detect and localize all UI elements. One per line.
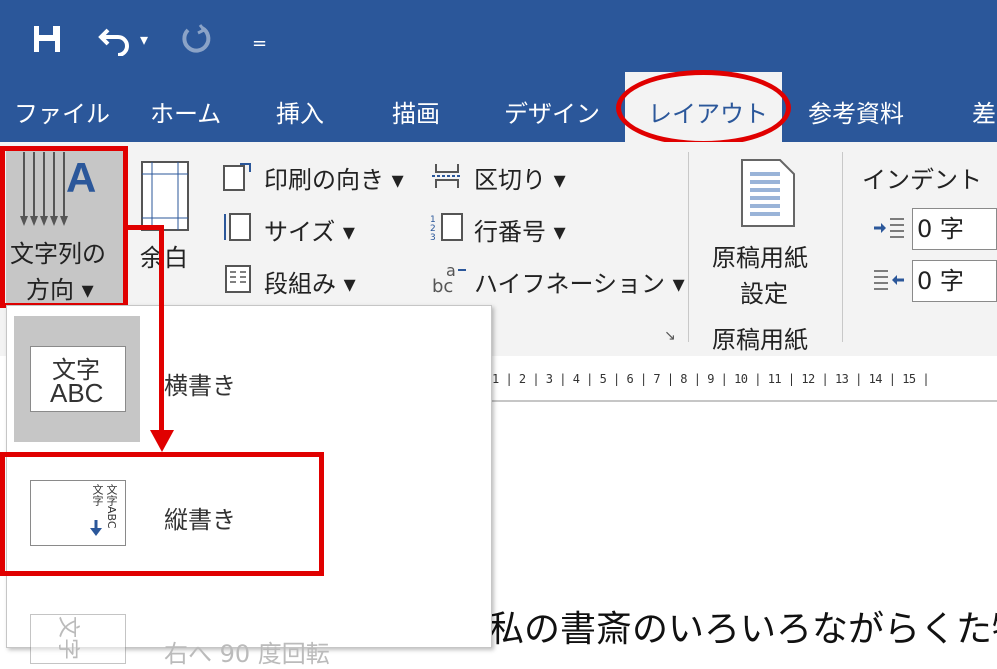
columns-icon (222, 264, 256, 296)
hyphenation-icon: bc a (430, 261, 470, 297)
manuscript-settings-line2[interactable]: 設定 (740, 274, 788, 309)
redo-icon[interactable] (178, 22, 212, 56)
tab-home[interactable]: ホーム (150, 94, 221, 129)
margins-button[interactable]: 余白 (140, 238, 188, 273)
manuscript-paper-icon (738, 158, 796, 228)
horizontal-thumb-line2: ABC (50, 378, 104, 408)
document-text[interactable]: 私の書斎のいろいろながらくた物 (488, 600, 997, 652)
undo-dropdown[interactable]: ▾ (140, 26, 148, 54)
customize-quick-access-button[interactable]: = (252, 30, 267, 58)
ribbon-separator-2 (842, 152, 843, 342)
line-numbers-icon: 123 (430, 212, 466, 244)
indent-right-input[interactable]: 0 字 (912, 260, 997, 302)
line-numbers-button[interactable]: 行番号 ▾ (474, 212, 566, 247)
tab-references[interactable]: 参考資料 (808, 94, 904, 129)
manuscript-group-label: 原稿用紙 (712, 326, 808, 354)
orientation-button[interactable]: 印刷の向き ▾ (264, 160, 404, 195)
hyphenation-button[interactable]: ハイフネーション ▾ (474, 264, 685, 299)
orientation-icon (222, 160, 256, 192)
indent-right-icon (872, 268, 906, 292)
annotation-arrow-horizontal (124, 225, 164, 230)
ruler-ticks: 1 | 2 | 3 | 4 | 5 | 6 | 7 | 8 | 9 | 10 |… (492, 372, 930, 386)
annotation-box-vertical (0, 452, 324, 576)
menu-item-rotate-label[interactable]: 右へ 90 度回転 (164, 634, 330, 669)
menu-item-horizontal-label[interactable]: 横書き (164, 366, 236, 401)
breaks-icon (432, 160, 466, 192)
tab-mailings[interactable]: 差 (972, 94, 996, 129)
svg-text:a: a (446, 262, 456, 280)
annotation-ellipse (616, 70, 791, 146)
margins-icon (140, 160, 190, 232)
annotation-arrow-vertical (159, 225, 164, 433)
size-icon (222, 212, 256, 244)
tab-insert[interactable]: 挿入 (276, 94, 324, 129)
annotation-arrowhead (150, 430, 174, 452)
manuscript-settings-line1[interactable]: 原稿用紙 (712, 238, 808, 273)
indent-left-icon (872, 216, 906, 240)
save-icon[interactable] (32, 24, 62, 54)
breaks-button[interactable]: 区切り ▾ (474, 160, 566, 195)
tab-file[interactable]: ファイル (14, 94, 110, 129)
indent-title: インデント (862, 166, 982, 194)
tab-draw[interactable]: 描画 (392, 94, 440, 129)
undo-icon[interactable] (98, 22, 132, 57)
page-setup-launcher[interactable]: ↘ (664, 328, 676, 344)
size-button[interactable]: サイズ ▾ (264, 212, 355, 247)
annotation-box-text-direction (0, 146, 128, 308)
tab-design[interactable]: デザイン (504, 94, 600, 129)
indent-left-input[interactable]: 0 字 (912, 208, 997, 250)
columns-button[interactable]: 段組み ▾ (264, 264, 356, 299)
rotate-thumb-text: 文字 (55, 615, 81, 661)
svg-text:3: 3 (430, 233, 436, 243)
ribbon-separator (688, 152, 689, 342)
title-bar (0, 0, 997, 72)
